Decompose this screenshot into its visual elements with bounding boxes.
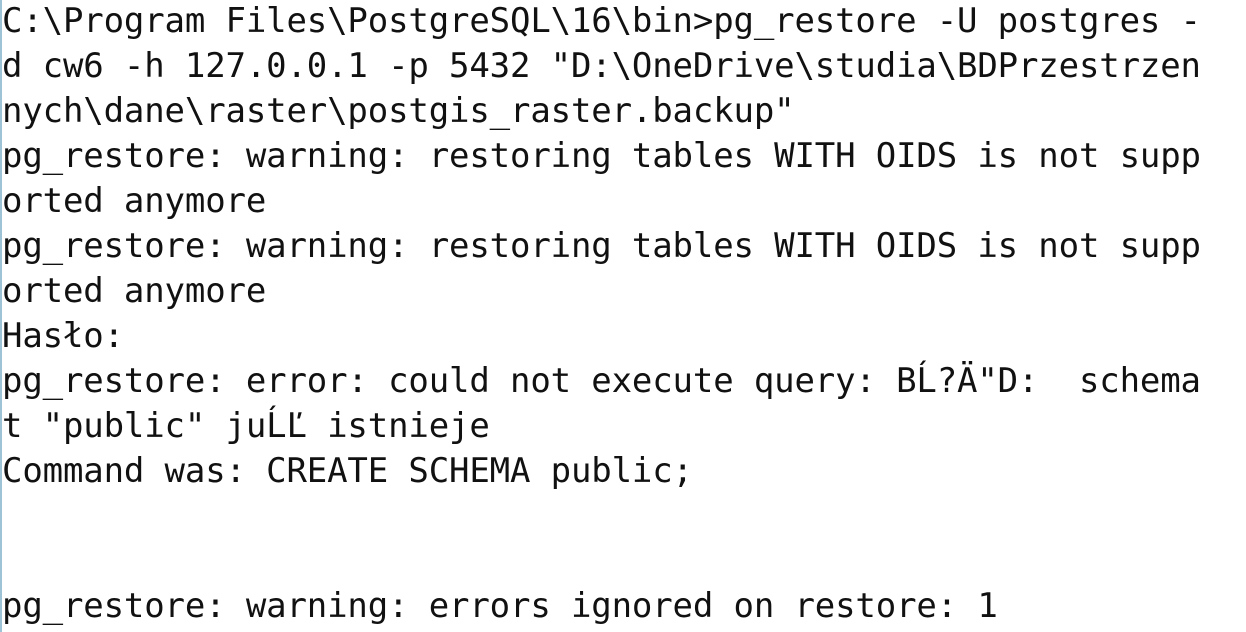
- console-line-blank-2: [2, 539, 1201, 584]
- console-output: C:\Program Files\PostgreSQL\16\bin>pg_re…: [2, 0, 1201, 629]
- console-line-warning-2: pg_restore: warning: restoring tables WI…: [2, 226, 1201, 266]
- console-line-error-wrap: t "public" juĹĽ istnieje: [2, 406, 490, 446]
- console-line-command-wrap-1: d cw6 -h 127.0.0.1 -p 5432 "D:\OneDrive\…: [2, 46, 1201, 86]
- console-line-command: C:\Program Files\PostgreSQL\16\bin>pg_re…: [2, 1, 1201, 41]
- console-line-password-prompt: Hasło:: [2, 316, 124, 356]
- console-line-command-wrap-2: nych\dane\raster\postgis_raster.backup": [2, 91, 795, 131]
- console-line-summary: pg_restore: warning: errors ignored on r…: [2, 586, 998, 626]
- console-line-blank-1: [2, 494, 1201, 539]
- console-line-warning-1: pg_restore: warning: restoring tables WI…: [2, 136, 1201, 176]
- console-line-error: pg_restore: error: could not execute que…: [2, 361, 1201, 401]
- console-line-warning-2-wrap: orted anymore: [2, 271, 267, 311]
- console-line-warning-1-wrap: orted anymore: [2, 181, 267, 221]
- console-line-command-was: Command was: CREATE SCHEMA public;: [2, 451, 693, 491]
- console-window[interactable]: C:\Program Files\PostgreSQL\16\bin>pg_re…: [0, 0, 1246, 632]
